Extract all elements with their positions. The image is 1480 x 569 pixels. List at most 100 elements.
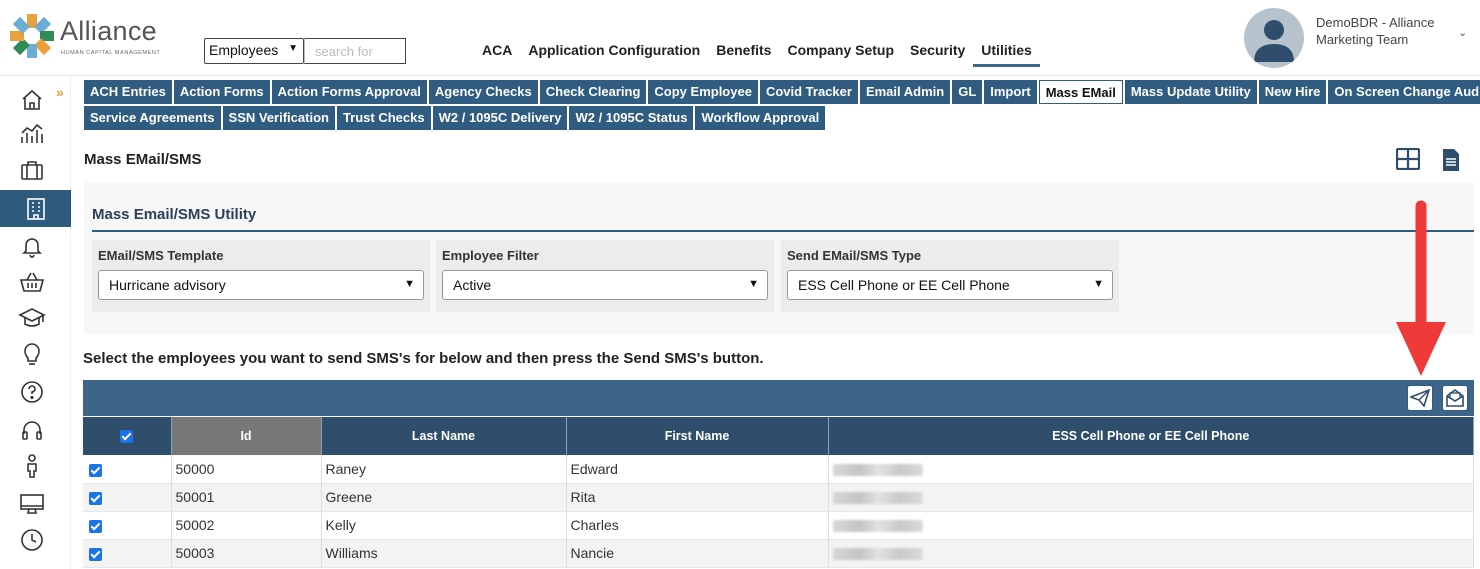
row-checkbox[interactable] <box>89 519 102 533</box>
briefcase-icon[interactable] <box>18 156 46 184</box>
column-header-id[interactable]: Id <box>171 417 322 455</box>
table-row[interactable]: 50001 Greene Rita <box>83 483 1474 512</box>
nav-utilities[interactable]: Utilities <box>973 42 1040 67</box>
user-icon <box>1254 20 1294 62</box>
tab-email-admin[interactable]: Email Admin <box>859 80 951 104</box>
send-type-value: ESS Cell Phone or EE Cell Phone <box>798 277 1010 293</box>
send-type-select[interactable]: ESS Cell Phone or EE Cell Phone ▼ <box>787 270 1113 300</box>
nav-security[interactable]: Security <box>910 42 965 67</box>
top-nav: ACA Application Configuration Benefits C… <box>482 42 1056 67</box>
nav-benefits[interactable]: Benefits <box>716 42 771 67</box>
send-type-field: Send EMail/SMS Type ESS Cell Phone or EE… <box>781 240 1119 312</box>
bell-icon[interactable] <box>18 232 46 260</box>
headset-icon[interactable] <box>18 416 46 444</box>
search-scope-value: Employees <box>209 42 279 58</box>
chevron-down-icon: ▼ <box>288 43 298 54</box>
row-checkbox[interactable] <box>89 463 102 477</box>
tab-copy-employee[interactable]: Copy Employee <box>648 80 758 104</box>
tab-on-screen-change-audit[interactable]: On Screen Change Audit <box>1328 80 1480 104</box>
tab-action-forms-approval[interactable]: Action Forms Approval <box>271 80 427 104</box>
person-icon[interactable] <box>18 452 46 480</box>
employee-grid: Id Last Name First Name ESS Cell Phone o… <box>83 417 1474 568</box>
clock-icon[interactable] <box>18 526 46 554</box>
user-info[interactable]: DemoBDR - Alliance Marketing Team <box>1316 14 1456 48</box>
tab-w2-1095c-status[interactable]: W2 / 1095C Status <box>569 106 694 130</box>
utility-tabs: ACH Entries Action Forms Action Forms Ap… <box>84 80 1480 132</box>
cell-last-name: Williams <box>321 539 567 568</box>
cell-phone-redacted <box>828 511 1474 540</box>
sidebar <box>0 76 71 569</box>
cell-last-name: Kelly <box>321 511 567 540</box>
tab-ach-entries[interactable]: ACH Entries <box>84 80 172 104</box>
tab-ssn-verification[interactable]: SSN Verification <box>222 106 335 130</box>
column-header-last-name[interactable]: Last Name <box>321 417 567 455</box>
tab-service-agreements[interactable]: Service Agreements <box>84 106 221 130</box>
tab-workflow-approval[interactable]: Workflow Approval <box>695 106 826 130</box>
document-icon[interactable] <box>1442 148 1460 175</box>
tab-trust-checks[interactable]: Trust Checks <box>336 106 431 130</box>
tab-w2-1095c-delivery[interactable]: W2 / 1095C Delivery <box>432 106 568 130</box>
select-all-checkbox[interactable] <box>120 430 134 444</box>
tab-row-2: Service Agreements SSN Verification Trus… <box>84 106 1464 130</box>
tab-action-forms[interactable]: Action Forms <box>173 80 270 104</box>
chevron-down-icon: ▼ <box>1093 278 1104 290</box>
cell-last-name: Raney <box>321 455 567 484</box>
mass-email-utility-panel: Mass Email/SMS Utility EMail/SMS Templat… <box>84 182 1474 334</box>
expand-sidebar-icon[interactable]: » <box>56 84 64 100</box>
tab-mass-email[interactable]: Mass EMail <box>1038 80 1123 104</box>
tab-import[interactable]: Import <box>984 80 1037 104</box>
brand-logo[interactable]: Alliance HUMAN CAPITAL MANAGEMENT <box>8 10 168 62</box>
chevron-down-icon: ▼ <box>748 278 759 290</box>
help-icon[interactable] <box>18 378 46 406</box>
basket-icon[interactable] <box>18 268 46 296</box>
tab-agency-checks[interactable]: Agency Checks <box>428 80 538 104</box>
template-value: Hurricane advisory <box>109 277 226 293</box>
cell-id: 50000 <box>171 455 322 484</box>
search-scope-select[interactable]: Employees ▼ <box>204 38 304 64</box>
table-row[interactable]: 50003 Williams Nancie <box>83 539 1474 568</box>
graduation-cap-icon[interactable] <box>18 304 46 332</box>
tab-gl[interactable]: GL <box>952 80 983 104</box>
employee-filter-label: Employee Filter <box>442 248 539 263</box>
brand-name: Alliance <box>60 16 157 46</box>
cell-phone-redacted <box>828 483 1474 512</box>
paper-plane-icon <box>1410 389 1430 407</box>
column-header-first-name[interactable]: First Name <box>566 417 829 455</box>
tab-row-1: ACH Entries Action Forms Action Forms Ap… <box>84 80 1480 104</box>
select-all-header[interactable] <box>83 417 172 455</box>
nav-aca[interactable]: ACA <box>482 42 512 67</box>
template-field: EMail/SMS Template Hurricane advisory ▼ <box>92 240 430 312</box>
chart-icon[interactable] <box>18 120 46 148</box>
logo-mark-icon <box>10 14 54 58</box>
send-sms-button[interactable] <box>1407 385 1433 411</box>
row-checkbox[interactable] <box>89 491 102 505</box>
row-checkbox[interactable] <box>89 547 102 561</box>
user-menu-chevron-icon[interactable]: ⌄ <box>1458 26 1467 39</box>
avatar[interactable] <box>1244 8 1304 68</box>
mail-tray-icon <box>1446 389 1464 407</box>
monitor-icon[interactable] <box>18 490 46 518</box>
building-icon[interactable] <box>0 190 71 227</box>
tab-mass-update-utility[interactable]: Mass Update Utility <box>1124 80 1257 104</box>
nav-application-configuration[interactable]: Application Configuration <box>528 42 700 67</box>
panel-divider <box>92 230 1474 232</box>
grid-header-row: Id Last Name First Name ESS Cell Phone o… <box>83 417 1474 455</box>
nav-company-setup[interactable]: Company Setup <box>787 42 894 67</box>
table-row[interactable]: 50000 Raney Edward <box>83 455 1474 484</box>
grid-view-icon[interactable] <box>1395 147 1421 175</box>
search-input[interactable]: search for <box>304 38 406 64</box>
brand-tagline: HUMAN CAPITAL MANAGEMENT <box>61 50 161 56</box>
tab-new-hire[interactable]: New Hire <box>1258 80 1327 104</box>
cell-first-name: Rita <box>566 483 829 512</box>
send-email-button[interactable] <box>1442 385 1468 411</box>
search-placeholder: search for <box>315 44 373 59</box>
template-select[interactable]: Hurricane advisory ▼ <box>98 270 424 300</box>
column-header-cell-phone[interactable]: ESS Cell Phone or EE Cell Phone <box>828 417 1474 455</box>
lightbulb-icon[interactable] <box>18 340 46 368</box>
employee-filter-select[interactable]: Active ▼ <box>442 270 768 300</box>
home-icon[interactable] <box>18 86 46 114</box>
table-row[interactable]: 50002 Kelly Charles <box>83 511 1474 540</box>
tab-covid-tracker[interactable]: Covid Tracker <box>759 80 858 104</box>
tab-check-clearing[interactable]: Check Clearing <box>539 80 647 104</box>
cell-id: 50001 <box>171 483 322 512</box>
